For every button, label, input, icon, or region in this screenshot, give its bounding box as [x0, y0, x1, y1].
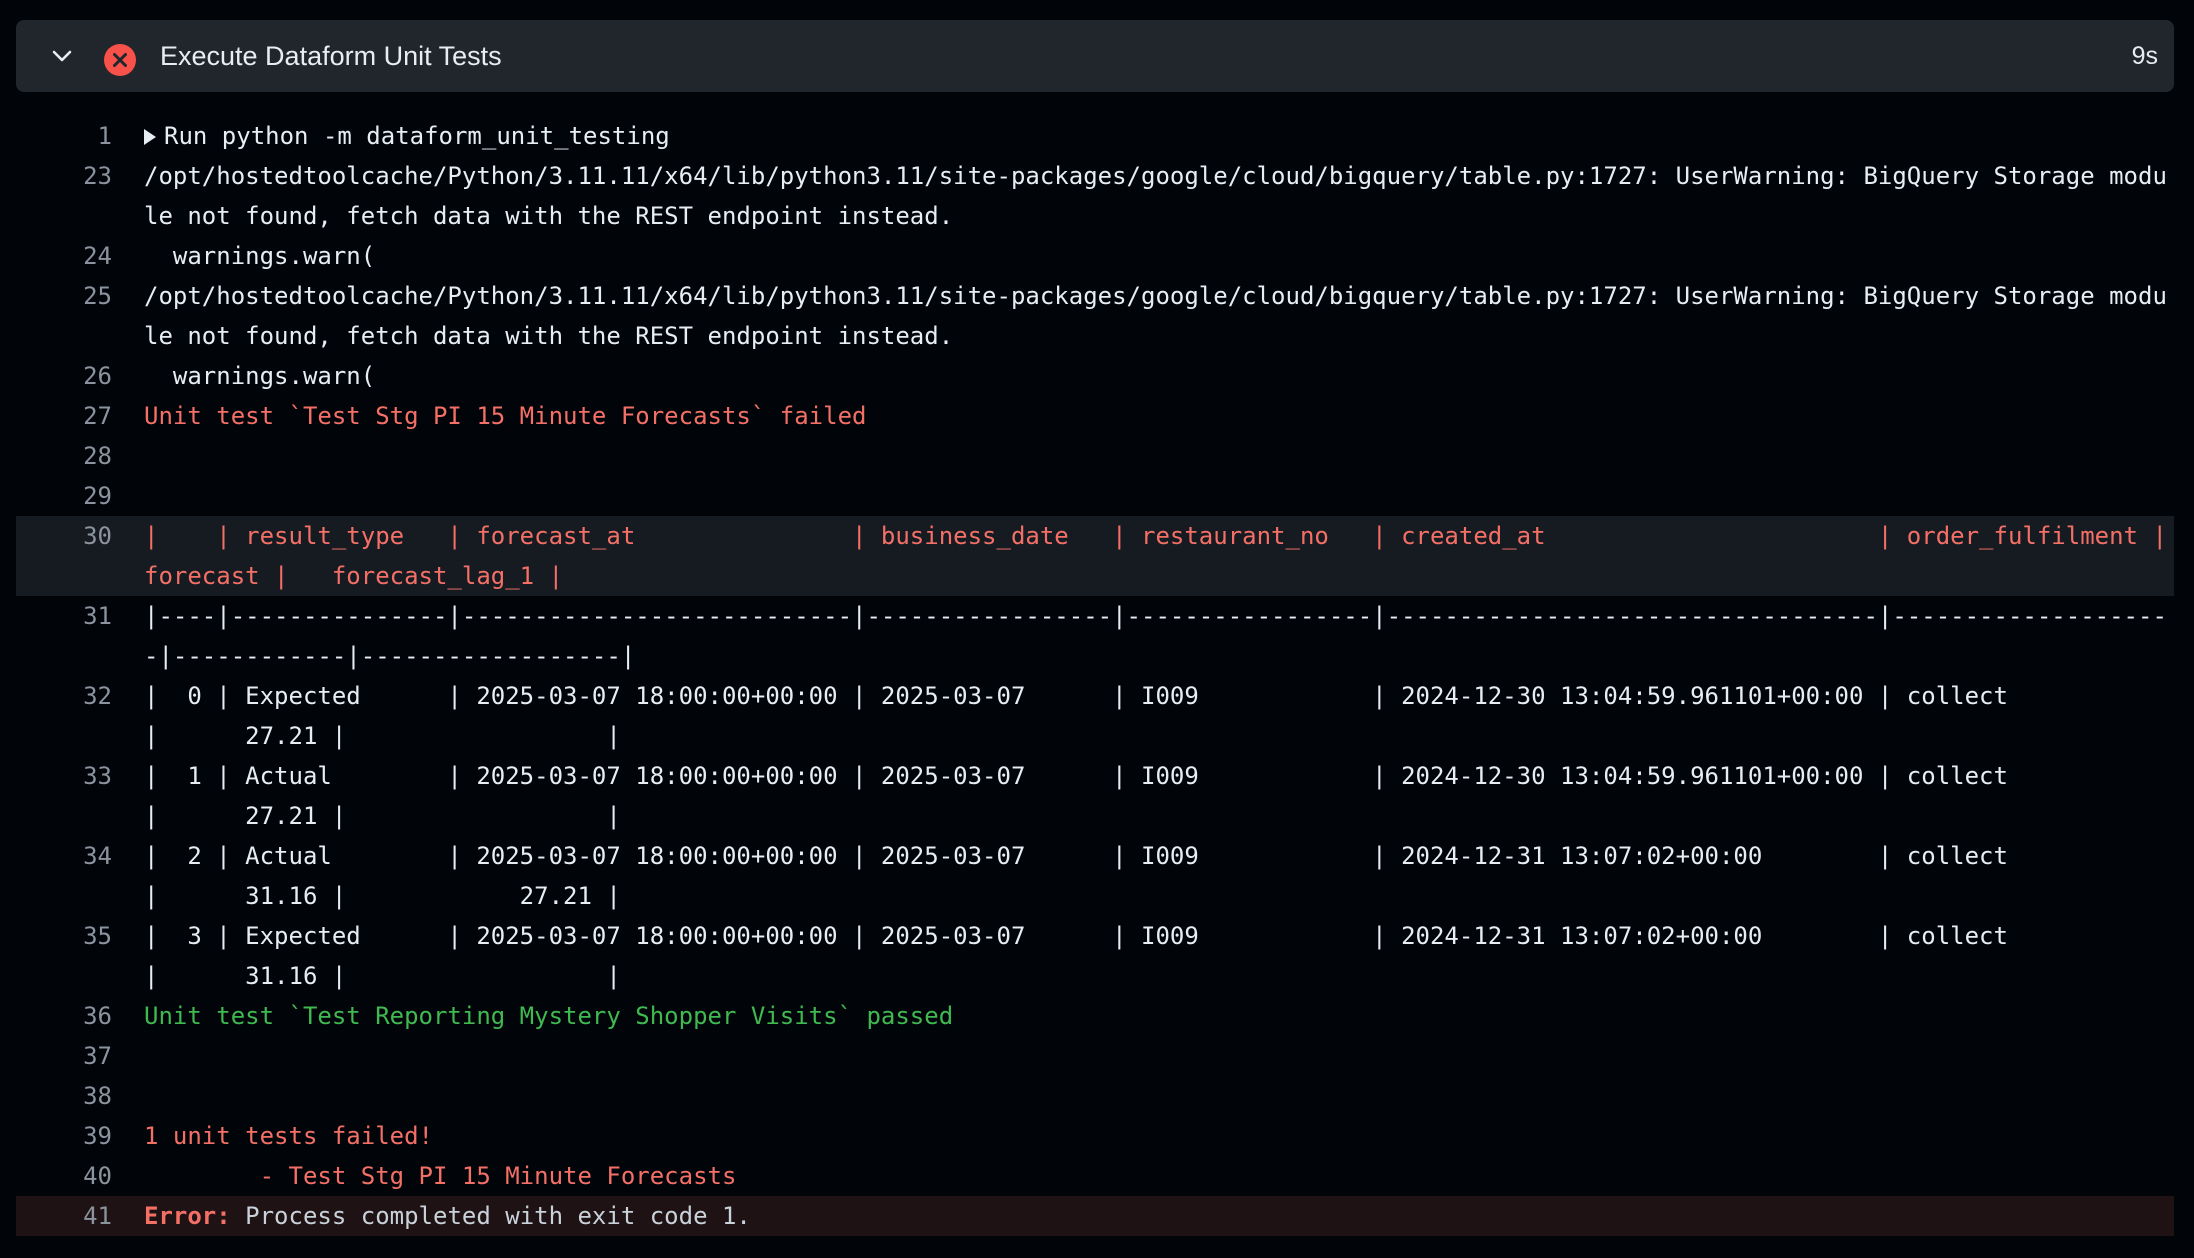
- log-line[interactable]: 23/opt/hostedtoolcache/Python/3.11.11/x6…: [16, 156, 2174, 236]
- line-number[interactable]: 41: [16, 1196, 144, 1236]
- line-number[interactable]: 39: [16, 1116, 144, 1156]
- line-content: warnings.warn(: [144, 362, 376, 390]
- step-header[interactable]: Execute Dataform Unit Tests 9s: [16, 20, 2174, 92]
- line-text: warnings.warn(: [144, 356, 2174, 396]
- log-output: 1 Run python -m dataform_unit_testing 23/o…: [16, 116, 2174, 1236]
- line-content: | 3 | Expected | 2025-03-07 18:00:00+00:…: [144, 922, 2182, 990]
- line-text: | 2 | Actual | 2025-03-07 18:00:00+00:00…: [144, 836, 2174, 916]
- log-line[interactable]: 32 | 0 | Expected | 2025-03-07 18:00:00+0…: [16, 676, 2174, 756]
- log-line[interactable]: 31 |----|---------------|----------------…: [16, 596, 2174, 676]
- line-text: - Test Stg PI 15 Minute Forecasts: [144, 1156, 2174, 1196]
- line-number[interactable]: 25: [16, 276, 144, 316]
- log-line[interactable]: 35 | 3 | Expected | 2025-03-07 18:00:00+0…: [16, 916, 2174, 996]
- log-line[interactable]: 28: [16, 436, 2174, 476]
- expand-triangle-icon[interactable]: [144, 129, 156, 145]
- line-text: Error: Process completed with exit code …: [144, 1196, 2174, 1236]
- log-line[interactable]: 33 | 1 | Actual | 2025-03-07 18:00:00+00:…: [16, 756, 2174, 836]
- line-content: 1 unit tests failed!: [144, 1122, 433, 1150]
- line-content: Run python -m dataform_unit_testing: [164, 122, 670, 150]
- error-label: Error:: [144, 1202, 231, 1230]
- log-line[interactable]: 27 Unit test `Test Stg PI 15 Minute Forec…: [16, 396, 2174, 436]
- log-line[interactable]: 36 Unit test `Test Reporting Mystery Shop…: [16, 996, 2174, 1036]
- line-number[interactable]: 34: [16, 836, 144, 876]
- line-number[interactable]: 36: [16, 996, 144, 1036]
- chevron-down-icon[interactable]: [48, 42, 76, 70]
- log-line[interactable]: 29: [16, 476, 2174, 516]
- line-text: 1 unit tests failed!: [144, 1116, 2174, 1156]
- line-number[interactable]: 26: [16, 356, 144, 396]
- line-number[interactable]: 35: [16, 916, 144, 956]
- line-number[interactable]: 32: [16, 676, 144, 716]
- line-text: /opt/hostedtoolcache/Python/3.11.11/x64/…: [144, 156, 2174, 236]
- step-duration: 9s: [2131, 42, 2158, 70]
- line-text: Run python -m dataform_unit_testing: [144, 116, 2174, 156]
- line-text: | 0 | Expected | 2025-03-07 18:00:00+00:…: [144, 676, 2174, 756]
- line-content: - Test Stg PI 15 Minute Forecasts: [144, 1162, 737, 1190]
- line-content: /opt/hostedtoolcache/Python/3.11.11/x64/…: [144, 162, 2167, 230]
- log-line[interactable]: 41 Error: Process completed with exit cod…: [16, 1196, 2174, 1236]
- log-line[interactable]: 25/opt/hostedtoolcache/Python/3.11.11/x6…: [16, 276, 2174, 356]
- line-content: Unit test `Test Stg PI 15 Minute Forecas…: [144, 402, 867, 430]
- line-number[interactable]: 40: [16, 1156, 144, 1196]
- line-content: |----|---------------|------------------…: [144, 602, 2167, 670]
- line-number[interactable]: 1: [16, 116, 144, 156]
- line-number[interactable]: 33: [16, 756, 144, 796]
- step-title: Execute Dataform Unit Tests: [160, 41, 502, 71]
- line-content: | 2 | Actual | 2025-03-07 18:00:00+00:00…: [144, 842, 2182, 910]
- log-line[interactable]: 1 Run python -m dataform_unit_testing: [16, 116, 2174, 156]
- line-text: | 1 | Actual | 2025-03-07 18:00:00+00:00…: [144, 756, 2174, 836]
- line-text: | | result_type | forecast_at | business…: [144, 516, 2174, 596]
- line-number[interactable]: 30: [16, 516, 144, 556]
- line-number[interactable]: 24: [16, 236, 144, 276]
- line-content: | | result_type | forecast_at | business…: [144, 522, 2167, 590]
- line-text: warnings.warn(: [144, 236, 2174, 276]
- line-content: /opt/hostedtoolcache/Python/3.11.11/x64/…: [144, 282, 2167, 350]
- line-number[interactable]: 29: [16, 476, 144, 516]
- log-line[interactable]: 39 1 unit tests failed!: [16, 1116, 2174, 1156]
- log-line[interactable]: 37: [16, 1036, 2174, 1076]
- line-text: Unit test `Test Reporting Mystery Shoppe…: [144, 996, 2174, 1036]
- line-text: Unit test `Test Stg PI 15 Minute Forecas…: [144, 396, 2174, 436]
- line-content: | 0 | Expected | 2025-03-07 18:00:00+00:…: [144, 682, 2182, 750]
- log-line[interactable]: 24 warnings.warn(: [16, 236, 2174, 276]
- line-content: warnings.warn(: [144, 242, 376, 270]
- line-number[interactable]: 37: [16, 1036, 144, 1076]
- log-line[interactable]: 30 | | result_type | forecast_at | busine…: [16, 516, 2174, 596]
- line-content: | 1 | Actual | 2025-03-07 18:00:00+00:00…: [144, 762, 2182, 830]
- log-line[interactable]: 26 warnings.warn(: [16, 356, 2174, 396]
- line-number[interactable]: 28: [16, 436, 144, 476]
- x-circle-icon: [104, 44, 136, 76]
- line-number[interactable]: 31: [16, 596, 144, 636]
- log-line[interactable]: 34 | 2 | Actual | 2025-03-07 18:00:00+00:…: [16, 836, 2174, 916]
- line-number[interactable]: 23: [16, 156, 144, 196]
- line-content: Process completed with exit code 1.: [230, 1202, 751, 1230]
- line-text: /opt/hostedtoolcache/Python/3.11.11/x64/…: [144, 276, 2174, 356]
- line-text: |----|---------------|------------------…: [144, 596, 2174, 676]
- line-content: Unit test `Test Reporting Mystery Shoppe…: [144, 1002, 954, 1030]
- line-text: | 3 | Expected | 2025-03-07 18:00:00+00:…: [144, 916, 2174, 996]
- log-line[interactable]: 40 - Test Stg PI 15 Minute Forecasts: [16, 1156, 2174, 1196]
- log-line[interactable]: 38: [16, 1076, 2174, 1116]
- line-number[interactable]: 38: [16, 1076, 144, 1116]
- line-number[interactable]: 27: [16, 396, 144, 436]
